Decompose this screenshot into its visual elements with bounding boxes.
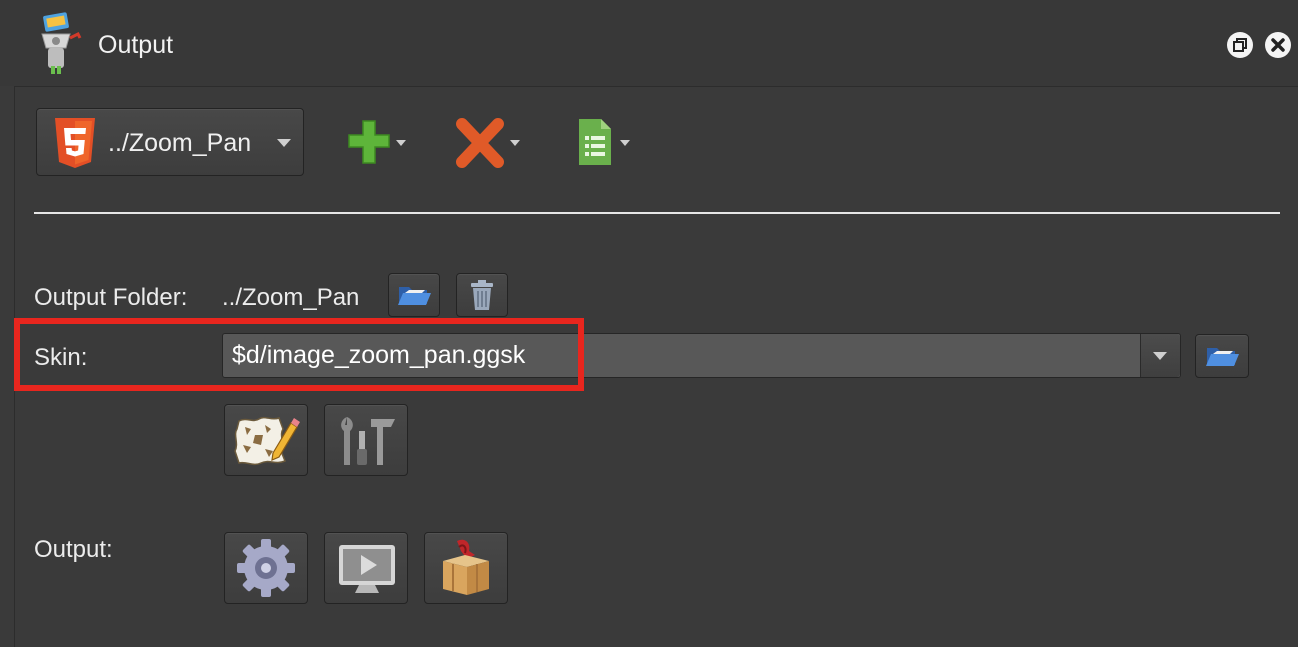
skin-editor-icon xyxy=(234,416,300,466)
browse-skin-button[interactable] xyxy=(1195,334,1249,378)
clear-output-folder-button[interactable] xyxy=(456,273,508,317)
skin-highlight-annotation xyxy=(14,318,584,391)
gear-icon xyxy=(237,539,295,597)
restore-icon[interactable] xyxy=(1226,31,1254,59)
folder-open-icon xyxy=(398,287,431,305)
skin-editor-button[interactable] xyxy=(224,404,308,476)
browse-output-folder-button[interactable] xyxy=(388,273,440,317)
output-settings-button[interactable] xyxy=(224,532,308,604)
output-format-value: ../Zoom_Pan xyxy=(108,129,252,157)
output-folder-value: ../Zoom_Pan xyxy=(222,284,360,311)
output-package-button[interactable] xyxy=(424,532,508,604)
close-icon[interactable] xyxy=(1264,31,1292,59)
preview-icon xyxy=(339,545,395,593)
folder-open-icon xyxy=(1206,348,1239,366)
package-icon xyxy=(443,539,489,595)
output-preview-button[interactable] xyxy=(324,532,408,604)
output-folder-label: Output Folder: xyxy=(34,284,188,311)
trash-icon xyxy=(471,280,493,310)
html5-icon xyxy=(54,117,96,169)
chevron-down-icon xyxy=(277,139,291,147)
tools-icon xyxy=(341,417,395,465)
remove-output-button[interactable] xyxy=(456,118,522,168)
title-bar xyxy=(0,0,1298,86)
chevron-down-icon xyxy=(1153,352,1167,360)
toolbar-divider xyxy=(34,212,1280,214)
output-label: Output: xyxy=(34,536,113,563)
app-icon xyxy=(34,12,88,76)
skin-dropdown-button[interactable] xyxy=(1141,334,1180,377)
window-title: Output xyxy=(98,31,174,59)
document-list-button[interactable] xyxy=(576,118,634,168)
skin-settings-button[interactable] xyxy=(324,404,408,476)
add-output-button[interactable] xyxy=(346,118,408,168)
